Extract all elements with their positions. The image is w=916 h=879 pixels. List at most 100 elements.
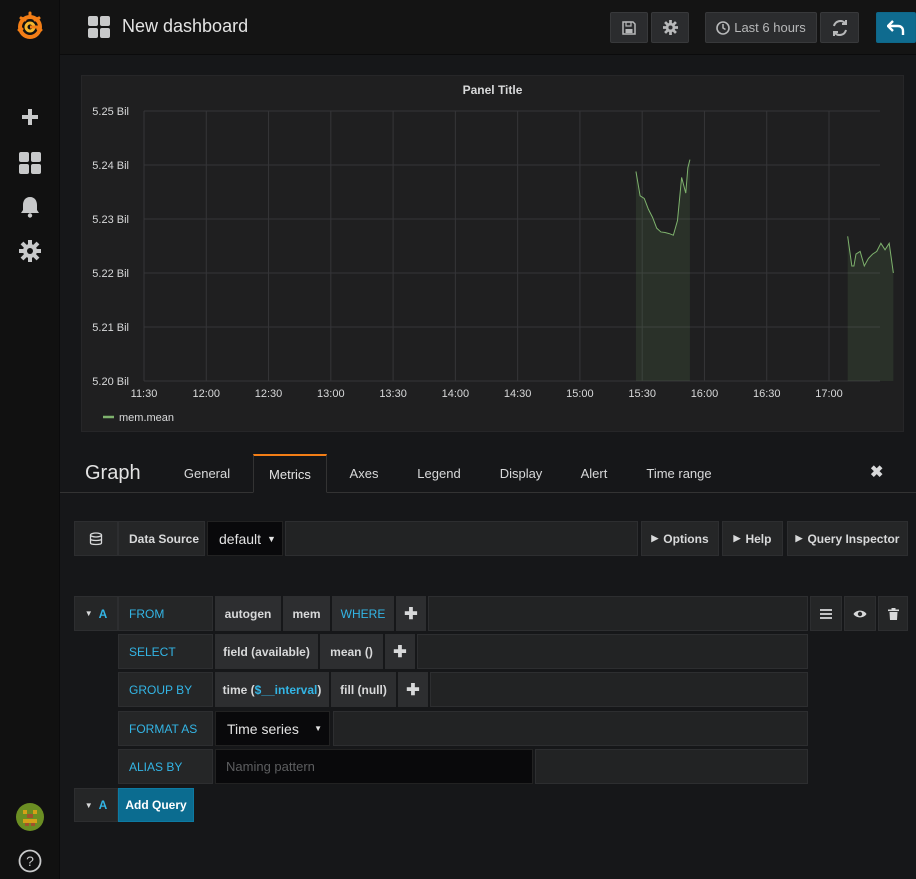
y-tick-label: 5.25 Bil	[92, 106, 129, 118]
format-as-keyword: FORMAT AS	[118, 711, 213, 746]
select-field-segment[interactable]: field (available)	[215, 634, 318, 669]
tab-legend[interactable]: Legend	[406, 454, 472, 493]
help-icon[interactable]: ?	[14, 845, 46, 877]
back-to-dashboard-button[interactable]	[876, 12, 916, 43]
x-tick-label: 17:00	[815, 388, 843, 400]
bell-icon[interactable]	[14, 191, 46, 223]
help-button[interactable]: ▶ Help	[722, 521, 783, 556]
help-label: Help	[745, 531, 772, 546]
series-area	[635, 159, 690, 381]
x-tick-label: 16:30	[753, 388, 781, 400]
x-tick-label: 15:30	[628, 388, 656, 400]
x-tick-label: 14:00	[442, 388, 470, 400]
x-tick-label: 14:30	[504, 388, 532, 400]
save-icon	[622, 20, 636, 35]
tab-display[interactable]: Display	[488, 454, 554, 493]
from-row-spacer	[428, 596, 808, 631]
query-inspector-label: Query Inspector	[807, 531, 900, 546]
add-query-ref: ▼ A	[74, 788, 118, 822]
plus-icon[interactable]	[14, 101, 46, 133]
add-select-button[interactable]: ✚	[385, 634, 415, 669]
trash-icon[interactable]	[878, 596, 908, 631]
sidebar: ?	[0, 0, 60, 879]
y-tick-label: 5.23 Bil	[92, 214, 129, 226]
close-icon[interactable]: ✖	[870, 462, 883, 482]
caret-down-icon: ▼	[314, 724, 322, 733]
tab-axes[interactable]: Axes	[337, 454, 391, 493]
select-function-segment[interactable]: mean ()	[320, 634, 383, 669]
format-as-select[interactable]: Time series ▼	[215, 711, 330, 746]
add-query-button[interactable]: Add Query	[118, 788, 194, 822]
from-keyword: FROM	[118, 596, 213, 631]
alias-input[interactable]: Naming pattern	[215, 749, 533, 784]
grafana-logo-icon[interactable]	[14, 10, 46, 42]
group-row-spacer	[430, 672, 808, 707]
select-keyword: SELECT	[118, 634, 213, 669]
caret-down-icon: ▼	[267, 533, 276, 544]
query-inspector-button[interactable]: ▶ Query Inspector	[787, 521, 908, 556]
settings-icon	[662, 20, 678, 35]
caret-right-icon: ▶	[795, 533, 803, 543]
caret-right-icon: ▶	[651, 533, 659, 543]
y-tick-label: 5.24 Bil	[92, 160, 129, 172]
x-tick-label: 16:00	[691, 388, 719, 400]
graph-chart: 11:30 12:00 12:30 13:00 13:30 14:00 14:30 15:00…	[92, 106, 894, 424]
refresh-icon	[832, 19, 847, 36]
clock-icon	[716, 20, 731, 35]
measurement-segment[interactable]: mem	[283, 596, 330, 631]
alias-by-keyword: ALIAS BY	[118, 749, 213, 784]
svg-text:?: ?	[26, 853, 34, 869]
dashboard-title[interactable]: New dashboard	[122, 16, 248, 37]
database-icon	[74, 521, 118, 556]
group-by-time-segment[interactable]: time ($__interval)	[215, 672, 329, 707]
options-label: Options	[663, 531, 709, 546]
query-ref-id: A	[98, 606, 108, 621]
group-time-prefix: time (	[222, 682, 255, 697]
y-tick-label: 5.20 Bil	[92, 376, 129, 388]
series-area	[847, 236, 894, 381]
format-as-value: Time series	[227, 720, 299, 737]
add-query-ref-id: A	[98, 798, 108, 812]
hamburger-icon[interactable]	[810, 596, 842, 631]
caret-down-icon: ▼	[84, 800, 93, 810]
tab-time-range[interactable]: Time range	[636, 454, 722, 493]
datasource-value: default	[219, 530, 262, 547]
tab-general[interactable]: General	[172, 454, 242, 493]
refresh-button[interactable]	[820, 12, 859, 43]
select-row-spacer	[417, 634, 808, 669]
x-tick-label: 11:30	[131, 388, 158, 400]
dashboards-icon[interactable]	[14, 147, 46, 179]
datasource-select[interactable]: default ▼	[207, 521, 283, 556]
options-button[interactable]: ▶ Options	[641, 521, 719, 556]
alias-placeholder: Naming pattern	[226, 759, 315, 774]
retention-policy-segment[interactable]: autogen	[215, 596, 281, 631]
x-tick-label: 13:00	[317, 388, 345, 400]
datasource-label: Data Source	[118, 521, 205, 556]
gear-icon[interactable]	[14, 235, 46, 267]
where-keyword: WHERE	[332, 596, 394, 631]
legend-label: mem.mean	[119, 412, 174, 424]
dashboard-settings-button[interactable]	[651, 12, 689, 43]
group-time-interval: $__interval	[254, 682, 318, 697]
query-ref-toggle[interactable]: ▼ A	[74, 596, 118, 631]
group-by-keyword: GROUP BY	[118, 672, 213, 707]
user-avatar[interactable]	[14, 801, 46, 833]
x-tick-label: 12:30	[255, 388, 283, 400]
fill-segment[interactable]: fill (null)	[331, 672, 396, 707]
dashboards-icon[interactable]	[88, 16, 110, 43]
tab-alert[interactable]: Alert	[568, 454, 620, 493]
time-picker-button[interactable]: Last 6 hours	[705, 12, 817, 43]
plus-icon: ✚	[393, 643, 407, 661]
save-dashboard-button[interactable]	[610, 12, 648, 43]
tab-metrics[interactable]: Metrics	[253, 454, 327, 493]
y-tick-label: 5.22 Bil	[92, 268, 129, 280]
graph-panel: Panel Title 11:30 12:00 12:30 13:00 13:30 14:…	[81, 75, 904, 432]
eye-icon[interactable]	[844, 596, 876, 631]
caret-right-icon: ▶	[733, 533, 741, 543]
plus-icon: ✚	[404, 605, 418, 623]
add-where-button[interactable]: ✚	[396, 596, 426, 631]
x-tick-label: 13:30	[379, 388, 407, 400]
alias-row-spacer	[535, 749, 808, 784]
add-group-by-button[interactable]: ✚	[398, 672, 428, 707]
group-time-suffix: )	[317, 682, 322, 697]
